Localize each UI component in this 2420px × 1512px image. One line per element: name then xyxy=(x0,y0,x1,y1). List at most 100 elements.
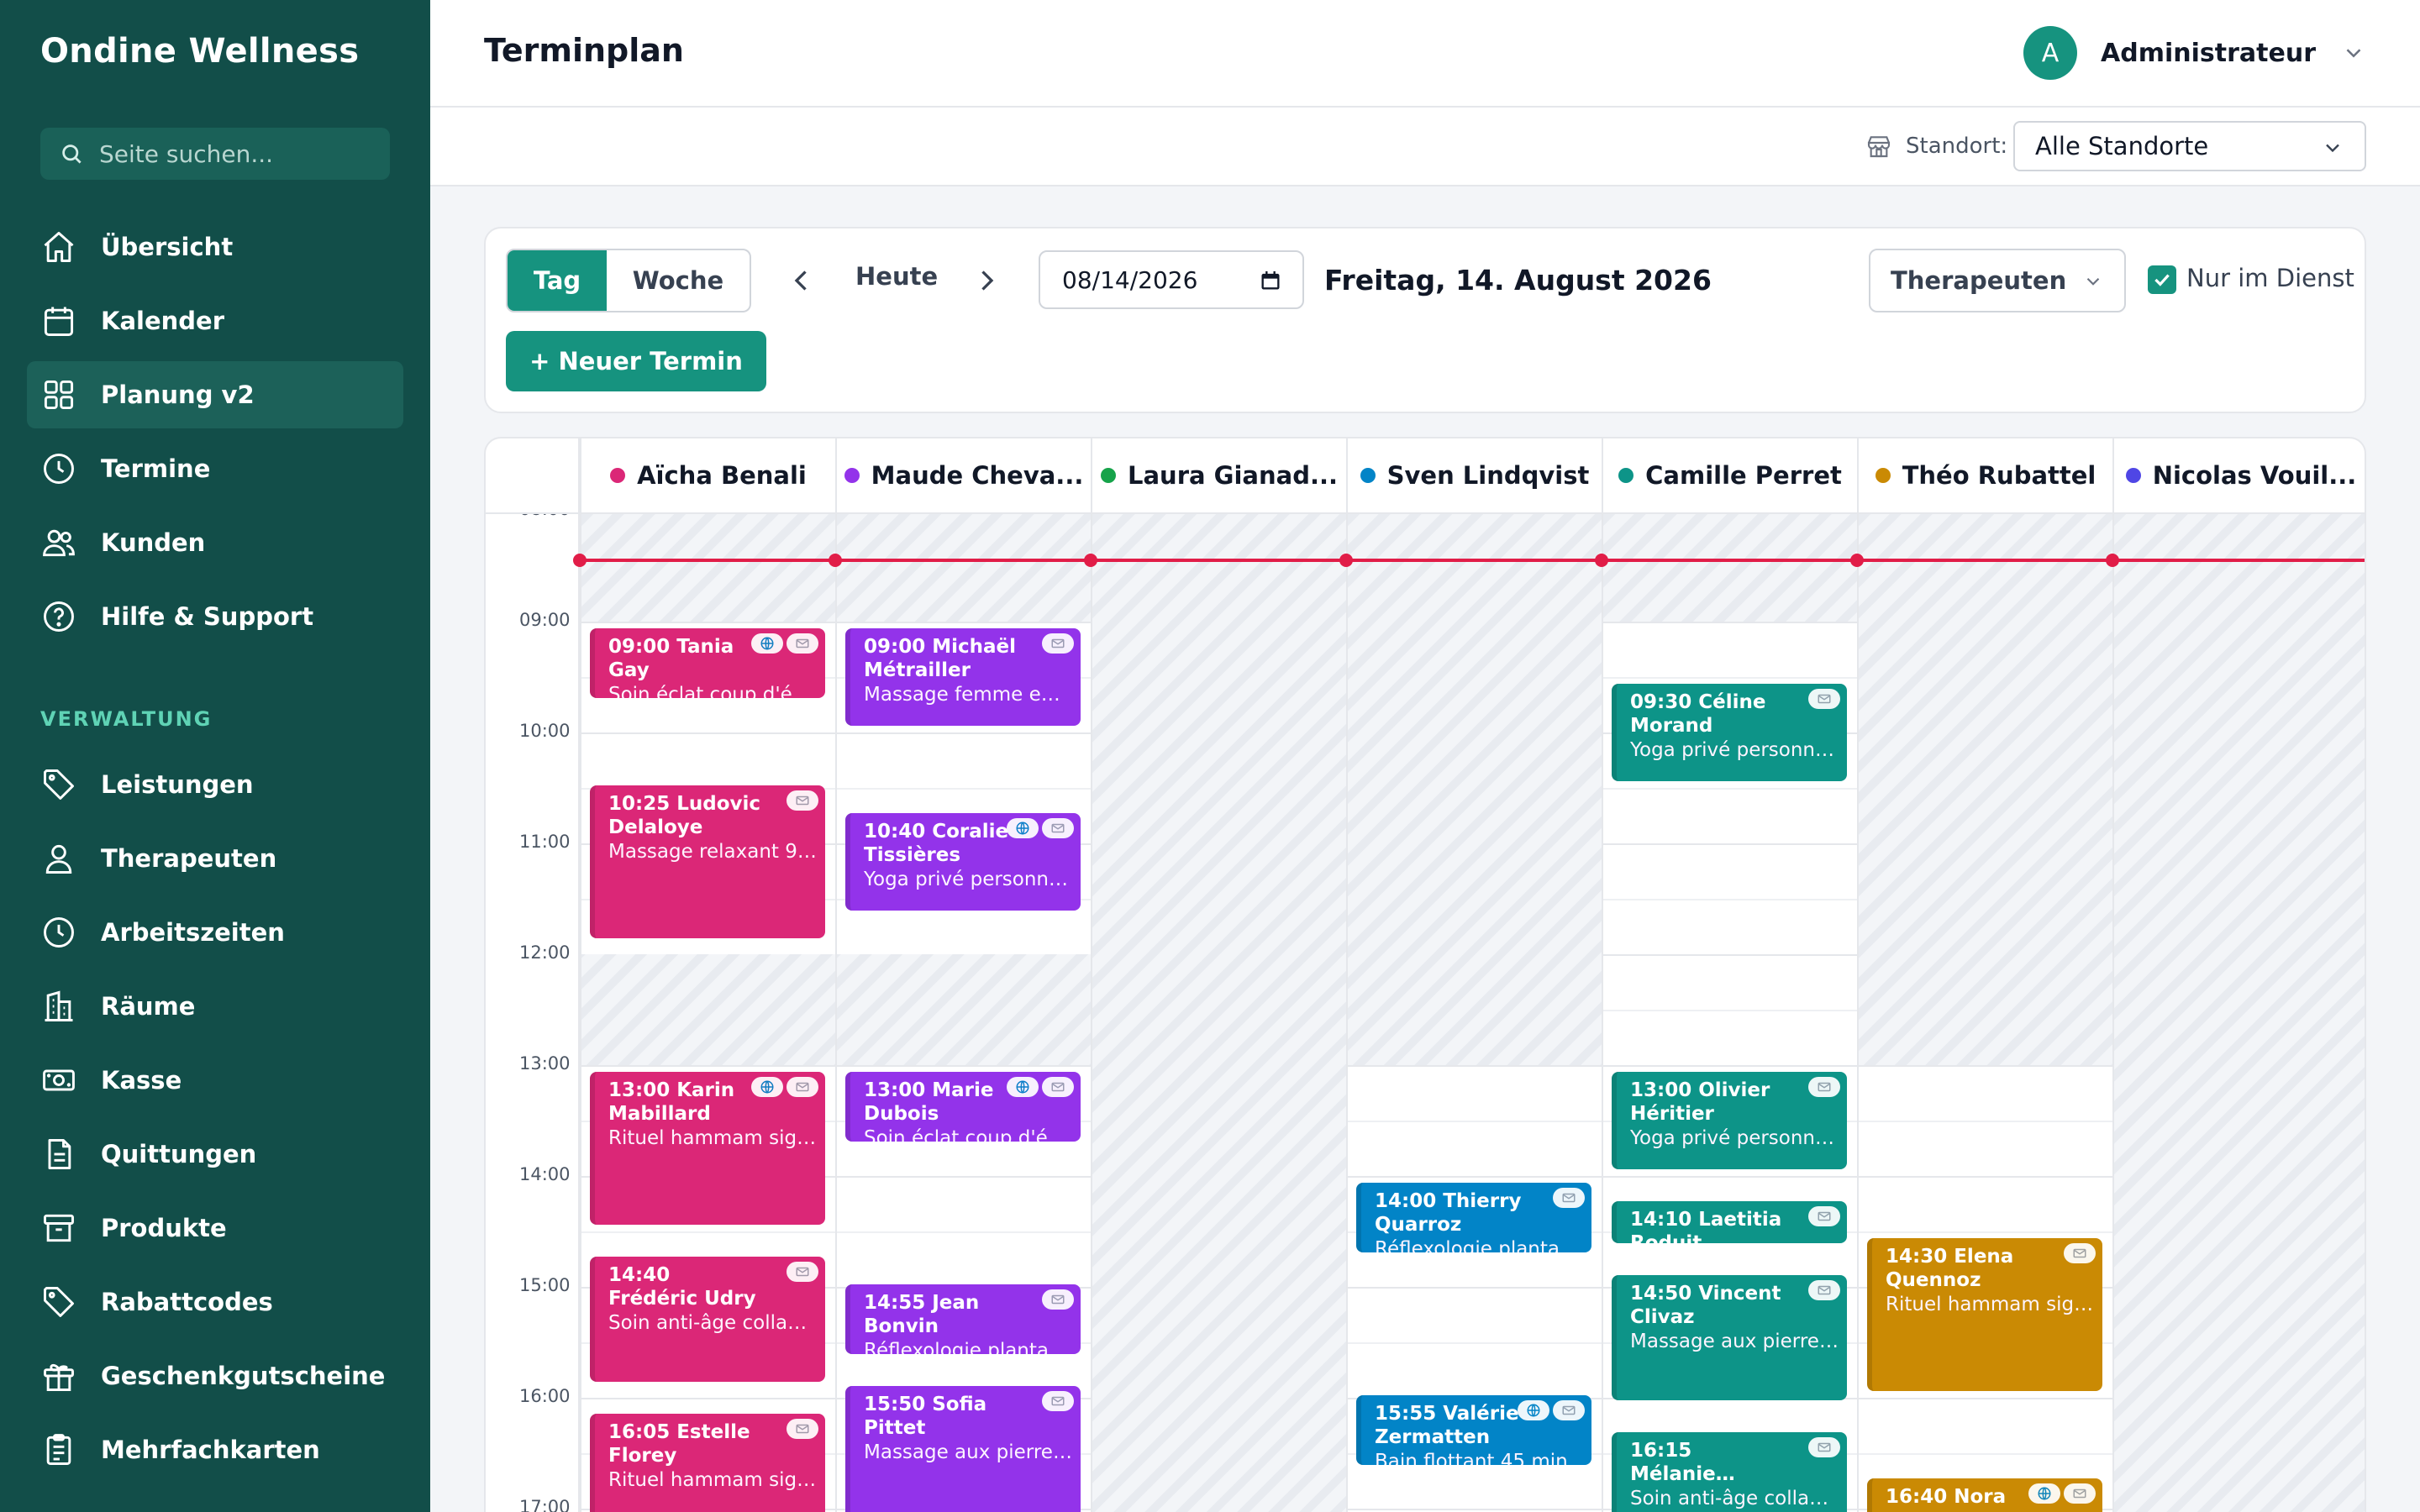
appointment-card[interactable]: 10:40 Coralie Tissières Yoga privé person… xyxy=(845,813,1081,911)
sidebar-search-input[interactable] xyxy=(99,139,368,168)
appointment-card[interactable]: 13:00 Olivier Héritier Yoga privé personn… xyxy=(1612,1072,1847,1169)
nav-therapeuten[interactable]: Therapeuten xyxy=(27,825,403,892)
group-by-select[interactable]: Therapeuten xyxy=(1869,249,2126,312)
therapist-column-header[interactable]: Théo Rubattel xyxy=(1857,438,2112,512)
appointment-card[interactable]: 14:40 Frédéric Udry Soin anti-âge collagè… xyxy=(590,1257,825,1382)
grid-line xyxy=(1859,1121,2112,1122)
grid-line xyxy=(581,1398,835,1399)
appointment-card[interactable]: 13:00 Karin Mabillard Rituel hammam sign.… xyxy=(590,1072,825,1225)
avatar[interactable]: A xyxy=(2023,26,2078,80)
appointment-service: Soin anti-âge collagè... xyxy=(1630,1488,1839,1509)
chevron-left-icon[interactable] xyxy=(786,265,817,296)
nav-kasse[interactable]: Kasse xyxy=(27,1047,403,1114)
view-day-button[interactable]: Tag xyxy=(508,250,607,311)
brand-logo[interactable]: Ondine Wellness xyxy=(40,32,359,71)
nav-leistungen[interactable]: Leistungen xyxy=(27,751,403,818)
appointment-card[interactable]: 09:00 Michaël Métrailler Massage femme en… xyxy=(845,628,1081,726)
nav-rabattcodes[interactable]: Rabattcodes xyxy=(27,1268,403,1336)
grid-line xyxy=(1603,843,1857,845)
sidebar-search[interactable] xyxy=(40,128,390,180)
only-on-duty-checkbox[interactable] xyxy=(2148,265,2176,294)
user-name[interactable]: Administrateur xyxy=(2101,39,2316,68)
only-on-duty-label[interactable]: Nur im Dienst xyxy=(2186,264,2354,292)
appointment-service: Massage relaxant 90... xyxy=(608,841,817,863)
nav-arbeitszeiten[interactable]: Arbeitszeiten xyxy=(27,899,403,966)
appointment-card[interactable]: 10:25 Ludovic Delaloye Massage relaxant 9… xyxy=(590,785,825,938)
mail-icon xyxy=(786,633,818,654)
appointment-service: Yoga privé personnal... xyxy=(1630,1127,1839,1149)
appointment-card[interactable]: 14:50 Vincent Clivaz Massage aux pierres.… xyxy=(1612,1275,1847,1400)
appointment-card[interactable]: 14:10 Laetitia Roduit xyxy=(1612,1201,1847,1243)
nav-kunden[interactable]: Kunden xyxy=(27,509,403,576)
nav-planung-v2[interactable]: Planung v2 xyxy=(27,361,403,428)
appointment-card[interactable]: 14:30 Elena Quennoz Rituel hammam sign... xyxy=(1867,1238,2102,1391)
users-icon xyxy=(43,529,75,557)
nav-termine[interactable]: Termine xyxy=(27,435,403,502)
appointment-badges xyxy=(1805,1077,1840,1097)
therapist-column-header[interactable]: Nicolas Vouil... xyxy=(2112,438,2365,512)
appointment-card[interactable]: 16:40 Nora Barras xyxy=(1867,1478,2102,1512)
grid-line xyxy=(1348,1287,1602,1289)
therapist-column-header[interactable]: Aïcha Benali xyxy=(580,438,835,512)
grid-line xyxy=(1348,1509,1602,1510)
appointment-service: Yoga privé personnal... xyxy=(1630,739,1839,761)
mail-icon xyxy=(2064,1483,2096,1504)
search-icon xyxy=(62,144,82,164)
chevron-down-icon[interactable] xyxy=(2341,40,2366,66)
nav-produkte[interactable]: Produkte xyxy=(27,1194,403,1262)
therapist-column[interactable] xyxy=(1091,514,1346,1512)
appointment-badges xyxy=(783,1262,818,1282)
therapist-column-header[interactable]: Camille Perret xyxy=(1602,438,1857,512)
therapist-column[interactable] xyxy=(1346,514,1602,1512)
location-select[interactable]: Alle Standorte xyxy=(2013,121,2366,171)
appointment-card[interactable]: 15:55 Valérie Zermatten Bain flottant 45 … xyxy=(1356,1395,1591,1465)
appointment-card[interactable]: 13:00 Marie Dubois Soin éclat coup d'écla… xyxy=(845,1072,1081,1142)
mail-icon xyxy=(1808,689,1840,709)
user-menu[interactable]: A Administrateur xyxy=(2023,25,2366,81)
calendar-icon[interactable] xyxy=(1259,269,1282,292)
therapist-column[interactable] xyxy=(2112,514,2365,1512)
view-week-button[interactable]: Woche xyxy=(607,250,750,311)
nav-label: Rabattcodes xyxy=(101,1288,273,1316)
nav-kalender[interactable]: Kalender xyxy=(27,287,403,354)
nav-label: Kunden xyxy=(101,528,206,557)
top-bar: Terminplan A Administrateur xyxy=(430,0,2420,108)
grid-line xyxy=(1603,677,1857,679)
new-appointment-button[interactable]: + Neuer Termin xyxy=(506,331,766,391)
appointment-card[interactable]: 09:30 Céline Morand Yoga privé personnal.… xyxy=(1612,684,1847,781)
date-picker-input[interactable]: 08/14/2026 xyxy=(1039,250,1304,309)
appointment-card[interactable]: 14:55 Jean Bonvin Réflexologie plantaire xyxy=(845,1284,1081,1354)
gift-icon xyxy=(44,1363,74,1391)
appointment-badges xyxy=(1549,1188,1585,1208)
nav-label: Übersicht xyxy=(101,233,234,261)
nav-geschenkgutscheine[interactable]: Geschenkgutscheine xyxy=(27,1342,403,1410)
chevron-down-icon xyxy=(2326,144,2339,153)
appointment-service: Massage aux pierres... xyxy=(864,1441,1072,1463)
grid-line xyxy=(1859,1176,2112,1178)
mail-icon xyxy=(1042,818,1074,838)
appointment-card[interactable]: 15:50 Sofia Pittet Massage aux pierres... xyxy=(845,1386,1081,1512)
nav-label: Termine xyxy=(101,454,211,483)
therapist-column-header[interactable]: Maude Cheva... xyxy=(835,438,1091,512)
chevron-right-icon[interactable] xyxy=(971,265,1002,296)
therapist-column-header[interactable]: Sven Lindqvist xyxy=(1346,438,1602,512)
calendar-grid: 08:00 09:00 10:00 11:00 12:00 13:00 14:00 15:00… xyxy=(486,514,2365,1512)
calendar-icon xyxy=(44,307,74,336)
appointment-card[interactable]: 16:05 Estelle Florey Rituel hammam sign..… xyxy=(590,1414,825,1512)
nav-mehrfachkarten[interactable]: Mehrfachkarten xyxy=(27,1416,403,1483)
appointment-card[interactable]: 09:00 Tania Gay Soin éclat coup d'éclat xyxy=(590,628,825,698)
nav-hilfe-support[interactable]: Hilfe & Support xyxy=(27,583,403,650)
nav-quittungen[interactable]: Quittungen xyxy=(27,1121,403,1188)
appointment-card[interactable]: 14:00 Thierry Quarroz Réflexologie planta… xyxy=(1356,1183,1591,1252)
therapist-color-dot xyxy=(1360,468,1376,483)
appointment-card[interactable]: 16:15 Mélanie JollienSoin anti-âge colla… xyxy=(1612,1432,1847,1512)
grid-line xyxy=(1348,1342,1602,1344)
therapist-column-header[interactable]: Laura Gianad... xyxy=(1091,438,1346,512)
nav-raeume[interactable]: Räume xyxy=(27,973,403,1040)
sidebar: Ondine Wellness Übersicht Kalender Planu… xyxy=(0,0,430,1512)
appointment-badges xyxy=(1003,1077,1074,1097)
today-button[interactable]: Heute xyxy=(855,262,938,291)
nav-uebersicht[interactable]: Übersicht xyxy=(27,213,403,281)
appointment-badges xyxy=(2060,1243,2096,1263)
mail-icon xyxy=(1042,1391,1074,1411)
